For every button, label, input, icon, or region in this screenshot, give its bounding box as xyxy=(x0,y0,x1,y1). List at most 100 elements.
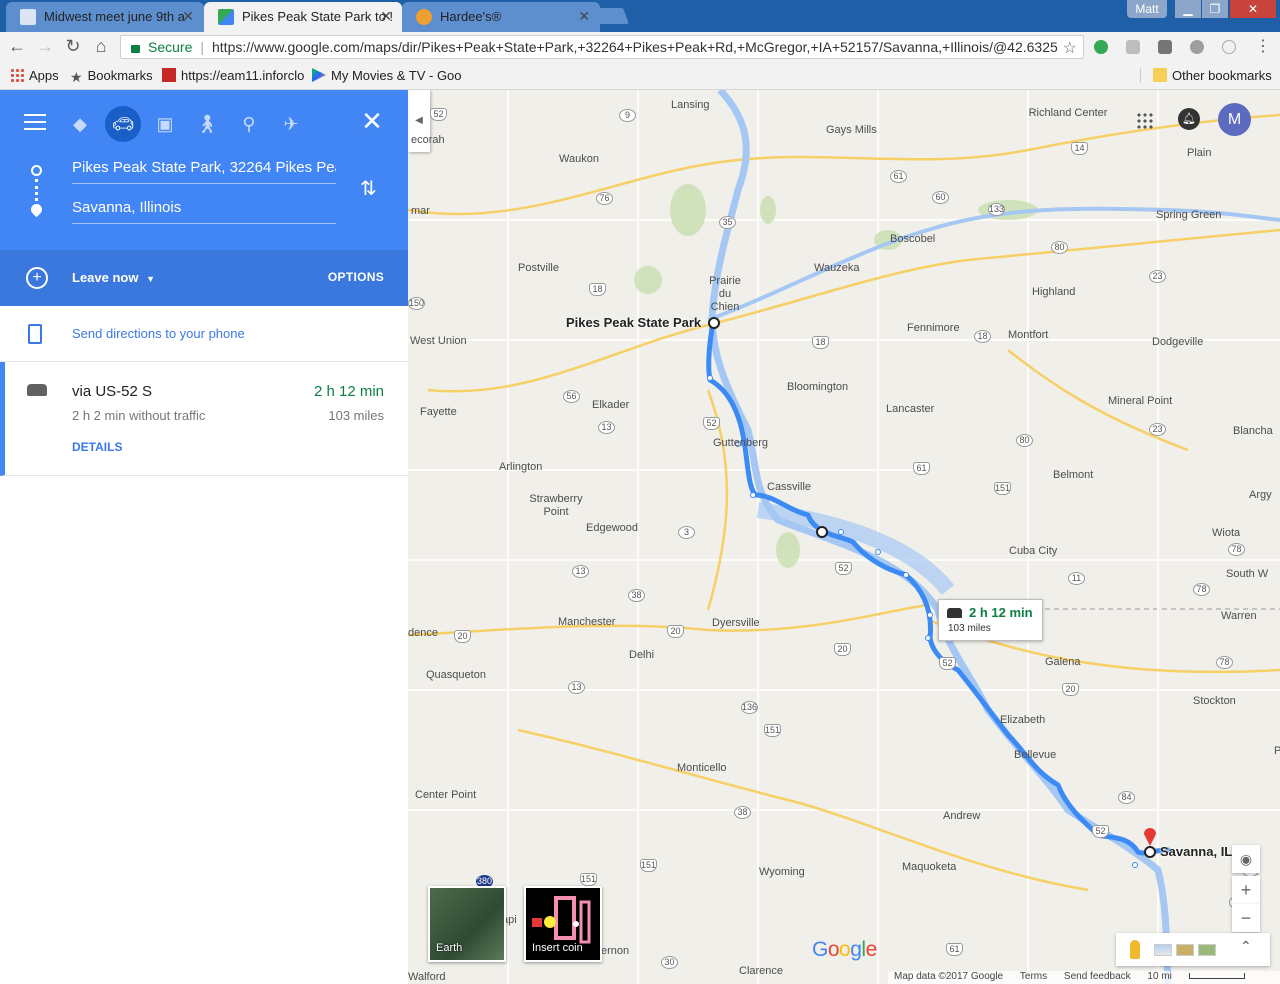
earth-view-toggle[interactable]: Earth xyxy=(428,886,506,962)
dropdown-arrow-icon: ▼ xyxy=(146,274,156,284)
town-label: Andrew xyxy=(943,810,981,822)
address-bar[interactable]: Secure | https://www.google.com/maps/dir/P… xyxy=(120,35,1084,59)
menu-icon[interactable] xyxy=(24,114,46,130)
send-to-phone-link[interactable]: Send directions to your phone xyxy=(72,326,245,341)
close-icon[interactable]: ✕ xyxy=(358,106,386,137)
pegman-icon[interactable] xyxy=(1130,940,1140,959)
details-link[interactable]: DETAILS xyxy=(72,440,122,454)
extension-green-icon[interactable] xyxy=(1094,40,1108,54)
minimize-button[interactable]: ▁ xyxy=(1175,0,1201,18)
highway-shield: 20 xyxy=(454,630,471,643)
destination-map-label[interactable]: Savanna, IL xyxy=(1160,844,1232,859)
highway-shield: 13 xyxy=(598,421,615,434)
pacman-easter-egg-tile[interactable]: Insert coin xyxy=(524,886,602,962)
tab-close-icon[interactable]: ✕ xyxy=(578,8,590,25)
town-label: Wyoming xyxy=(759,866,805,878)
reload-icon[interactable]: ↻ xyxy=(62,36,84,57)
leave-now-dropdown[interactable]: Leave now ▼ xyxy=(72,270,155,285)
transit-icon[interactable]: ▣ xyxy=(147,106,183,142)
terrain-layer-icon[interactable] xyxy=(1198,944,1216,956)
bike-icon[interactable]: ⚲ xyxy=(231,106,267,142)
highway-shield: 84 xyxy=(1118,791,1135,804)
swap-waypoints-icon[interactable]: ⇅ xyxy=(360,176,377,201)
extension-grid-icon[interactable] xyxy=(1126,40,1140,54)
tab-hardees[interactable]: Hardee's® ✕ xyxy=(402,2,600,32)
town-label: Argy xyxy=(1249,489,1272,501)
profile-chip[interactable]: Matt xyxy=(1127,0,1167,18)
route-duration-callout[interactable]: 2 h 12 min 103 miles xyxy=(938,599,1043,641)
bookmark-apps[interactable]: Apps xyxy=(10,68,59,83)
google-apps-icon[interactable] xyxy=(1136,112,1154,130)
origin-marker-icon[interactable] xyxy=(708,317,720,329)
destination-pin-icon[interactable] xyxy=(1144,828,1156,846)
bookmark-label: Bookmarks xyxy=(87,68,153,83)
forward-icon[interactable]: → xyxy=(34,36,56,57)
tab-close-icon[interactable]: ✕ xyxy=(182,8,194,25)
town-label: Elkader xyxy=(592,399,630,411)
drag-waypoint-icon[interactable] xyxy=(816,526,828,538)
bookmark-other[interactable]: Other bookmarks xyxy=(1140,68,1272,83)
town-label: Walford xyxy=(408,971,446,983)
tab-midwest-meet[interactable]: Midwest meet june 9th a ✕ xyxy=(6,2,204,32)
highway-shield: 52 xyxy=(835,562,852,575)
chrome-menu-icon[interactable]: ⋮ xyxy=(1252,36,1274,56)
tab-close-icon[interactable]: ✕ xyxy=(380,8,392,25)
my-location-icon[interactable]: ◉ xyxy=(1232,845,1260,873)
back-icon[interactable]: ← xyxy=(6,36,28,57)
best-route-icon[interactable]: ◆ xyxy=(62,106,98,142)
town-label: Blancha xyxy=(1233,425,1273,437)
town-label: South W xyxy=(1226,568,1269,580)
add-destination-icon[interactable]: + xyxy=(26,267,48,289)
destination-marker-icon[interactable] xyxy=(1144,846,1156,858)
origin-map-label[interactable]: Pikes Peak State Park xyxy=(566,315,701,330)
account-avatar[interactable]: M xyxy=(1218,103,1251,136)
town-label: Fayette xyxy=(420,406,457,418)
town-label: Stockton xyxy=(1193,695,1236,707)
highway-shield: 61 xyxy=(946,943,963,956)
bookmark-infor[interactable]: https://eam11.inforclo xyxy=(162,68,304,83)
close-window-button[interactable]: ✕ xyxy=(1230,0,1276,18)
car-icon[interactable]: 🚗︎ xyxy=(105,106,141,142)
map-data-credit: Map data ©2017 Google xyxy=(894,971,1004,982)
highway-shield: 23 xyxy=(1149,270,1166,283)
terms-link[interactable]: Terms xyxy=(1020,971,1047,982)
traffic-layer-icon[interactable] xyxy=(1154,944,1172,956)
new-tab-button[interactable] xyxy=(593,8,629,24)
notifications-bell-icon[interactable]: 🔔︎ xyxy=(1178,108,1200,130)
route-option-card[interactable]: via US-52 S 2 h 12 min 2 h 2 min without… xyxy=(0,362,408,476)
town-label: Montfort xyxy=(1008,329,1049,341)
tab-title: Midwest meet june 9th a xyxy=(44,9,185,24)
town-label: Bloomington xyxy=(787,381,849,393)
town-label: Prairie du Chien xyxy=(709,275,741,313)
bookmark-star-icon[interactable]: ☆ xyxy=(1063,38,1077,58)
tab-google-maps[interactable]: Pikes Peak State Park to ! ✕ xyxy=(204,2,402,32)
town-label: Center Point xyxy=(415,789,477,801)
highway-shield: 38 xyxy=(734,806,751,819)
map-base-layer xyxy=(408,90,1280,984)
transit-layer-icon[interactable] xyxy=(1176,944,1194,956)
send-to-phone-row[interactable]: Send directions to your phone xyxy=(0,306,408,362)
highway-shield: 18 xyxy=(812,336,829,349)
walk-icon[interactable]: 🚶︎ xyxy=(189,106,225,142)
destination-input[interactable]: Savanna, Illinois xyxy=(72,194,336,224)
zoom-in-button[interactable]: + xyxy=(1232,876,1260,904)
flight-icon[interactable]: ✈ xyxy=(273,106,309,142)
extension-info-icon[interactable] xyxy=(1222,40,1236,54)
bookmark-movies[interactable]: My Movies & TV - Goo xyxy=(312,68,462,83)
extension-square-icon[interactable] xyxy=(1158,40,1172,54)
extension-arrow-icon[interactable] xyxy=(1190,40,1204,54)
send-feedback-link[interactable]: Send feedback xyxy=(1064,971,1131,982)
options-button[interactable]: OPTIONS xyxy=(328,270,384,284)
town-label: mar xyxy=(411,205,430,217)
home-icon[interactable]: ⌂ xyxy=(90,36,112,57)
bookmark-bookmarks[interactable]: ★ Bookmarks xyxy=(70,68,153,85)
highway-shield: 52 xyxy=(1092,825,1109,838)
origin-input[interactable]: Pikes Peak State Park, 32264 Pikes Pea xyxy=(72,154,336,184)
maximize-button[interactable]: ❐ xyxy=(1202,0,1228,18)
expand-layers-icon[interactable]: ⌃ xyxy=(1240,938,1252,955)
town-label: Wauzeka xyxy=(814,262,860,274)
town-label: Quasqueton xyxy=(426,669,486,681)
zoom-out-button[interactable]: − xyxy=(1232,904,1260,932)
town-label: Elizabeth xyxy=(1000,714,1046,726)
map-canvas[interactable]: ◀ Lansing Gays Mills Richland Center Pla… xyxy=(408,90,1280,984)
